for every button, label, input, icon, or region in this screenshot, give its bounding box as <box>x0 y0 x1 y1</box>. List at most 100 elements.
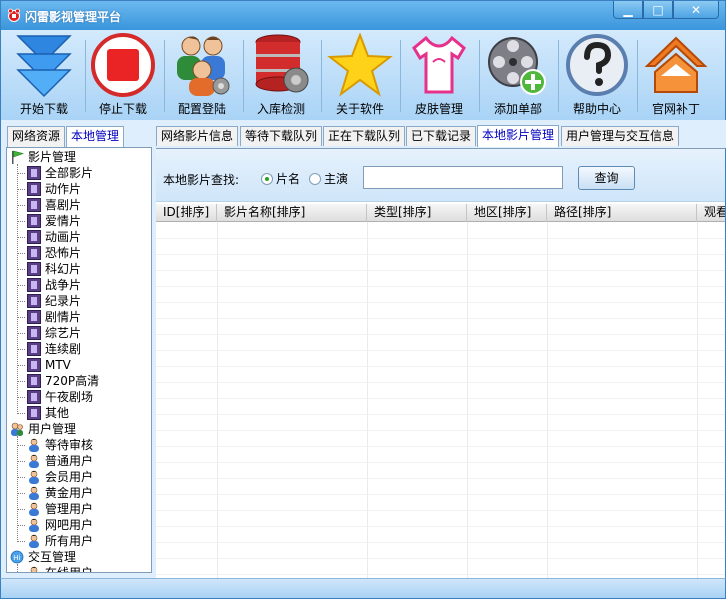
close-button[interactable]: ✕ <box>673 1 719 19</box>
radio-actor[interactable]: 主演 <box>309 170 348 187</box>
table-row-line <box>156 446 725 447</box>
film-icon <box>27 214 41 228</box>
tree-connector <box>17 301 25 302</box>
tree-item[interactable]: 连续剧 <box>27 341 81 357</box>
film-icon <box>27 294 41 308</box>
tree-item[interactable]: 爱情片 <box>27 213 81 229</box>
tree-item-label: 等待审核 <box>45 438 94 452</box>
tree-item[interactable]: 午夜剧场 <box>27 389 93 405</box>
start-download-label: 开始下载 <box>19 102 68 116</box>
tree-connector <box>17 477 25 478</box>
tree-connector <box>17 541 25 542</box>
tree-group[interactable]: 用户管理 <box>10 421 76 437</box>
maximize-icon: □ <box>652 2 664 17</box>
tree-item[interactable]: 动作片 <box>27 181 81 197</box>
radio-title[interactable]: 片名 <box>261 170 300 187</box>
tree-item[interactable]: 720P高清 <box>27 373 99 389</box>
tree-item-label: 黄金用户 <box>45 486 94 500</box>
search-input[interactable] <box>363 166 563 189</box>
storage-check-button[interactable]: 入库检测 <box>242 32 320 118</box>
table-row-line <box>156 494 725 495</box>
film-icon <box>27 310 41 324</box>
tree-item[interactable]: 会员用户 <box>27 469 93 485</box>
tree-item[interactable]: 全部影片 <box>27 165 93 181</box>
tree-item[interactable]: 恐怖片 <box>27 245 81 261</box>
radio-actor-label: 主演 <box>324 172 349 186</box>
column-views[interactable]: 观看 <box>697 204 725 222</box>
table-header: ID[排序] 影片名称[排序] 类型[排序] 地区[排序] 路径[排序] 观看 <box>156 204 725 222</box>
film-icon <box>27 262 41 276</box>
tree-item[interactable]: 网吧用户 <box>27 517 93 533</box>
tab-downloading-queue[interactable]: 正在下载队列 <box>323 126 406 146</box>
tab-user-interaction[interactable]: 用户管理与交互信息 <box>561 126 680 146</box>
tree-item-label: 普通用户 <box>45 454 94 468</box>
tree-connector <box>17 349 25 350</box>
tree-item[interactable]: 战争片 <box>27 277 81 293</box>
tree-item[interactable]: MTV <box>27 357 71 373</box>
tab-network-resources[interactable]: 网络资源 <box>7 126 66 147</box>
tree-group[interactable]: Hi 交互管理 <box>10 549 76 565</box>
table-row-line <box>156 254 725 255</box>
tree-item-label: 爱情片 <box>45 214 82 228</box>
tree-item[interactable]: 等待审核 <box>27 437 93 453</box>
star-icon <box>327 32 393 97</box>
tree-item[interactable]: 科幻片 <box>27 261 81 277</box>
tree-item[interactable]: 综艺片 <box>27 325 81 341</box>
config-login-button[interactable]: 配置登陆 <box>163 32 241 118</box>
tree-item[interactable]: 所有用户 <box>27 533 93 549</box>
search-label: 本地影片查找: <box>163 173 240 187</box>
tab-network-movie-info[interactable]: 网络影片信息 <box>156 126 239 146</box>
tree-group[interactable]: 影片管理 <box>10 149 76 165</box>
tree-item[interactable]: 在线用户 <box>27 565 93 572</box>
add-single-button[interactable]: 添加单部 <box>479 32 557 118</box>
tree-item[interactable]: 动画片 <box>27 229 81 245</box>
tree-item[interactable]: 管理用户 <box>27 501 93 517</box>
column-type[interactable]: 类型[排序] <box>367 204 467 222</box>
tree-item[interactable]: 普通用户 <box>27 453 93 469</box>
query-button[interactable]: 查询 <box>578 166 635 190</box>
tree-item[interactable]: 黄金用户 <box>27 485 93 501</box>
user-icon <box>27 502 41 516</box>
tree-item[interactable]: 剧情片 <box>27 309 81 325</box>
website-patch-button[interactable]: 官网补丁 <box>637 32 715 118</box>
table-row-line <box>156 334 725 335</box>
tab-downloaded-records[interactable]: 已下载记录 <box>406 126 477 146</box>
table-row-line <box>156 414 725 415</box>
column-id[interactable]: ID[排序] <box>156 204 217 222</box>
column-path[interactable]: 路径[排序] <box>547 204 697 222</box>
column-region[interactable]: 地区[排序] <box>467 204 547 222</box>
tree-group-label: 影片管理 <box>28 150 77 164</box>
movie-table[interactable]: ID[排序] 影片名称[排序] 类型[排序] 地区[排序] 路径[排序] 观看 <box>156 204 725 579</box>
minimize-icon: ▁ <box>623 2 633 17</box>
column-movie-name[interactable]: 影片名称[排序] <box>217 204 367 222</box>
tab-local-movie-management[interactable]: 本地影片管理 <box>477 125 560 147</box>
tree-item[interactable]: 纪录片 <box>27 293 81 309</box>
svg-text:Hi: Hi <box>13 554 20 562</box>
tree-connector <box>17 205 25 206</box>
tree-item-label: 动作片 <box>45 182 82 196</box>
tree-item[interactable]: 喜剧片 <box>27 197 81 213</box>
tree-item-label: 所有用户 <box>45 534 94 548</box>
tree-connector <box>17 525 25 526</box>
minimize-button[interactable]: ▁ <box>613 1 643 19</box>
tree-connector <box>17 237 25 238</box>
tab-waiting-queue[interactable]: 等待下载队列 <box>240 126 323 146</box>
navigation-tree[interactable]: 影片管理全部影片动作片 喜剧片 爱情片 动画片 恐怖片 科幻片 战争片 纪录片 剧情片 综艺片 连续… <box>6 147 152 573</box>
about-software-button[interactable]: 关于软件 <box>321 32 399 118</box>
tree-connector <box>17 333 25 334</box>
home-icon <box>644 36 708 93</box>
tree-item[interactable]: 其他 <box>27 405 69 421</box>
maximize-button[interactable]: □ <box>643 1 673 19</box>
tree-item-label: MTV <box>45 358 71 372</box>
tree-item-label: 连续剧 <box>45 342 82 356</box>
tree-connector <box>17 564 18 572</box>
start-download-button[interactable]: 开始下载 <box>5 32 83 118</box>
stop-download-button[interactable]: 停止下载 <box>84 32 162 118</box>
skin-manage-button[interactable]: 皮肤管理 <box>400 32 478 118</box>
film-icon <box>27 278 41 292</box>
tab-local-management[interactable]: 本地管理 <box>66 126 125 148</box>
help-center-button[interactable]: 帮助中心 <box>558 32 636 118</box>
download-arrow-icon <box>16 35 72 98</box>
film-icon <box>27 182 41 196</box>
tree-item-label: 全部影片 <box>45 166 94 180</box>
